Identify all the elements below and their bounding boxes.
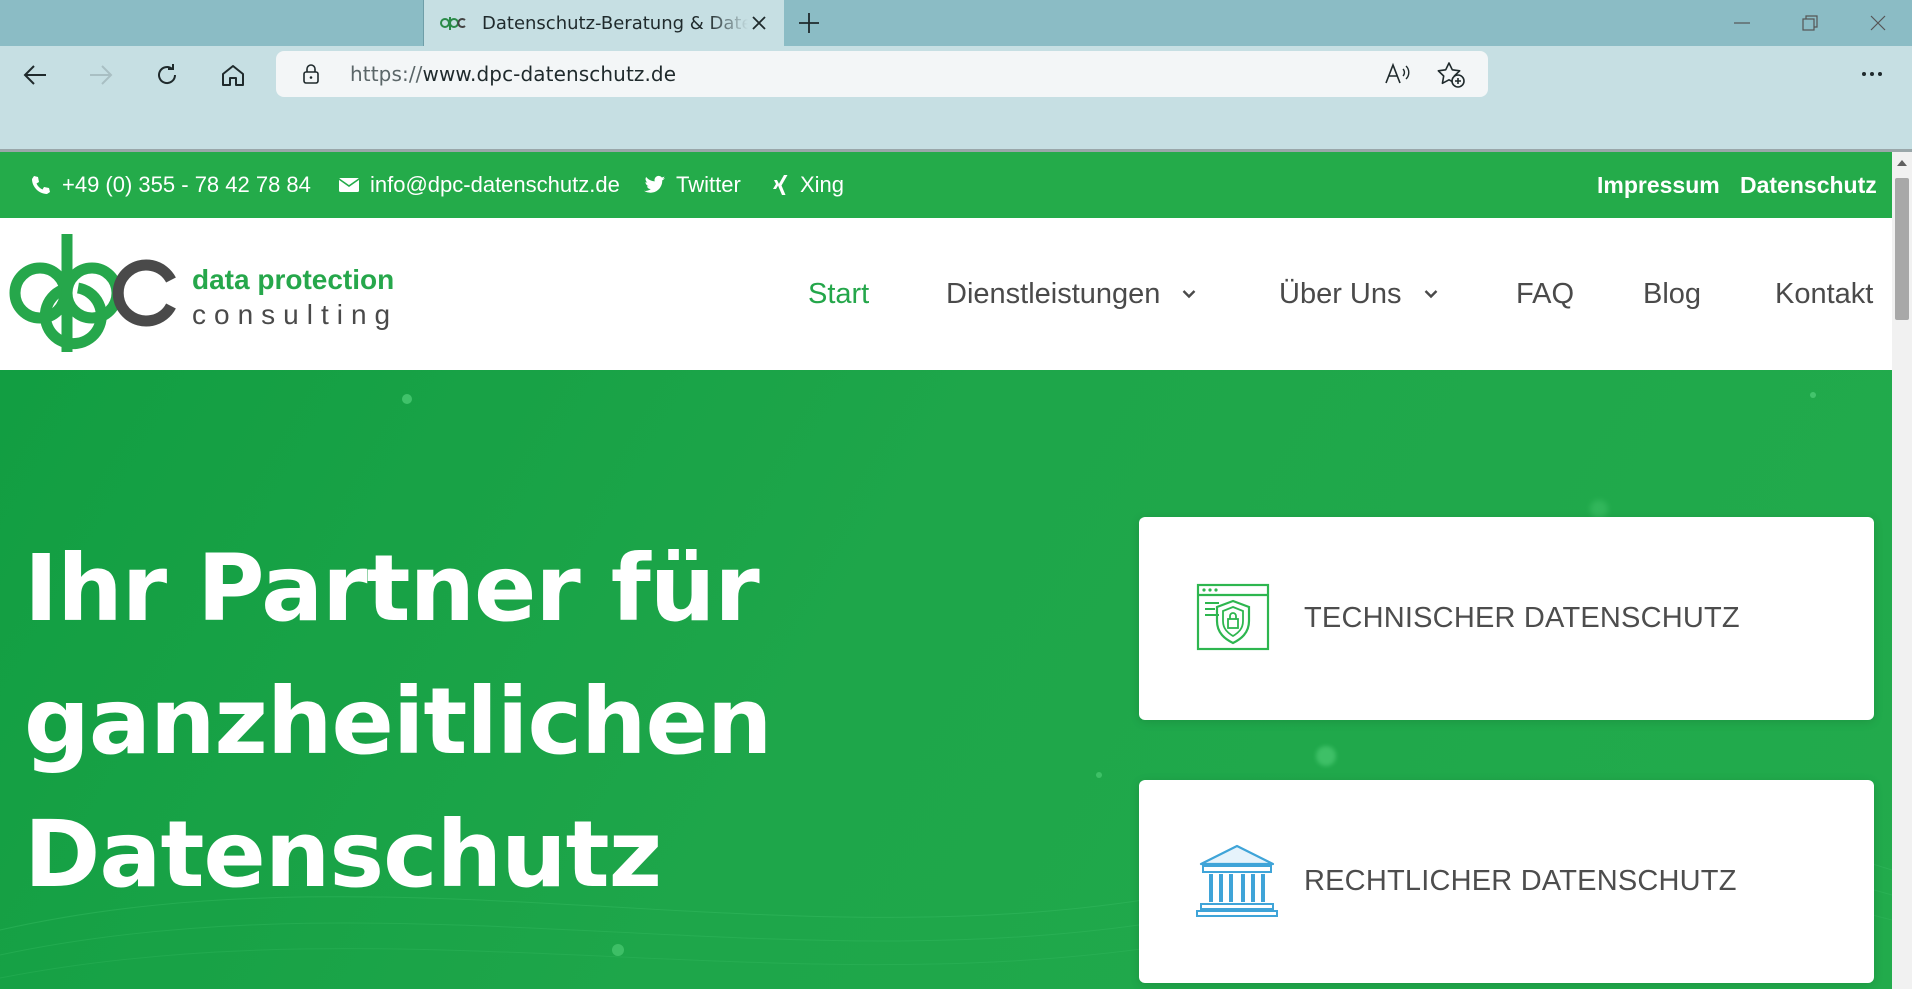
card-label: TECHNISCHER DATENSCHUTZ bbox=[1304, 602, 1740, 634]
page-scrollbar[interactable] bbox=[1892, 152, 1912, 989]
tab-title: Datenschutz-Beratung & Datenschutz bbox=[482, 12, 748, 34]
email-link[interactable]: info@dpc-datenschutz.de bbox=[338, 152, 620, 218]
hero-line-1: Ihr Partner für bbox=[24, 535, 760, 642]
browser-tab[interactable]: Datenschutz-Beratung & Datenschutz bbox=[424, 0, 784, 46]
refresh-icon[interactable] bbox=[146, 54, 188, 96]
card-rechtlicher-datenschutz[interactable]: RECHTLICHER DATENSCHUTZ bbox=[1139, 780, 1874, 983]
scroll-up-icon[interactable] bbox=[1897, 160, 1907, 166]
xing-label: Xing bbox=[800, 172, 845, 197]
impressum-link[interactable]: Impressum bbox=[1597, 152, 1720, 218]
scrollbar-thumb[interactable] bbox=[1895, 178, 1909, 320]
forward-icon[interactable] bbox=[80, 54, 122, 96]
minimize-icon[interactable] bbox=[1708, 0, 1776, 46]
close-tab-icon[interactable] bbox=[748, 12, 770, 34]
close-window-icon[interactable] bbox=[1844, 0, 1912, 46]
home-icon[interactable] bbox=[212, 54, 254, 96]
url-scheme: https:// bbox=[350, 62, 423, 86]
page-viewport: +49 (0) 355 - 78 42 78 84 info@dpc-daten… bbox=[0, 152, 1892, 989]
tab-strip-empty bbox=[0, 0, 424, 46]
nav-blog[interactable]: Blog bbox=[1643, 218, 1701, 370]
new-tab-button[interactable] bbox=[792, 8, 826, 38]
card-technischer-datenschutz[interactable]: TECHNISCHER DATENSCHUTZ bbox=[1139, 517, 1874, 720]
nav-dienstleistungen-label: Dienstleistungen bbox=[946, 277, 1161, 310]
svg-text:data protection: data protection bbox=[192, 264, 394, 295]
hero-line-2: ganzheitlichen bbox=[24, 668, 772, 775]
hero-section: Ihr Partner für ganzheitlichen Datenschu… bbox=[0, 370, 1892, 989]
nav-start[interactable]: Start bbox=[808, 218, 869, 370]
nav-dienstleistungen[interactable]: Dienstleistungen bbox=[946, 218, 1196, 370]
phone-link[interactable]: +49 (0) 355 - 78 42 78 84 bbox=[30, 152, 311, 218]
hero-line-3: Datenschutz bbox=[24, 801, 662, 908]
courthouse-icon bbox=[1195, 842, 1279, 922]
twitter-link[interactable]: Twitter bbox=[644, 152, 741, 218]
favicon-icon bbox=[440, 13, 468, 33]
twitter-icon bbox=[644, 175, 666, 193]
add-favorite-icon[interactable] bbox=[1436, 61, 1466, 93]
twitter-label: Twitter bbox=[676, 172, 741, 197]
back-icon[interactable] bbox=[14, 54, 56, 96]
xing-link[interactable]: Xing bbox=[772, 152, 844, 218]
dpc-logo[interactable]: data protection consulting bbox=[6, 232, 416, 356]
email-address: info@dpc-datenschutz.de bbox=[370, 172, 620, 197]
url-host: www.dpc-datenschutz.de bbox=[422, 62, 677, 86]
shield-browser-icon bbox=[1195, 581, 1271, 657]
browser-chrome: Datenschutz-Beratung & Datenschutz bbox=[0, 0, 1912, 152]
chevron-down-icon bbox=[1424, 290, 1437, 299]
url-text[interactable]: https://www.dpc-datenschutz.de bbox=[350, 62, 676, 86]
card-label: RECHTLICHER DATENSCHUTZ bbox=[1304, 865, 1737, 897]
nav-kontakt[interactable]: Kontakt bbox=[1775, 218, 1873, 370]
read-aloud-icon[interactable] bbox=[1384, 61, 1412, 91]
hero-heading: Ihr Partner für ganzheitlichen Datenschu… bbox=[24, 522, 924, 921]
nav-faq[interactable]: FAQ bbox=[1516, 218, 1574, 370]
svg-text:consulting: consulting bbox=[192, 299, 398, 330]
nav-ueber-uns[interactable]: Über Uns bbox=[1279, 218, 1438, 370]
more-options-icon[interactable] bbox=[1852, 54, 1892, 94]
tab-strip: Datenschutz-Beratung & Datenschutz bbox=[0, 0, 1912, 46]
site-header: data protection consulting Start Dienstl… bbox=[0, 218, 1892, 370]
envelope-icon bbox=[338, 178, 360, 192]
xing-icon bbox=[773, 175, 788, 195]
datenschutz-link[interactable]: Datenschutz bbox=[1740, 152, 1877, 218]
phone-icon bbox=[32, 176, 50, 194]
phone-number: +49 (0) 355 - 78 42 78 84 bbox=[62, 172, 311, 197]
contact-topbar: +49 (0) 355 - 78 42 78 84 info@dpc-daten… bbox=[0, 152, 1892, 218]
chevron-down-icon bbox=[1183, 290, 1196, 299]
lock-icon[interactable] bbox=[302, 63, 320, 89]
nav-ueber-uns-label: Über Uns bbox=[1279, 277, 1402, 310]
address-bar[interactable]: https://www.dpc-datenschutz.de bbox=[276, 51, 1488, 97]
restore-icon[interactable] bbox=[1776, 0, 1844, 46]
